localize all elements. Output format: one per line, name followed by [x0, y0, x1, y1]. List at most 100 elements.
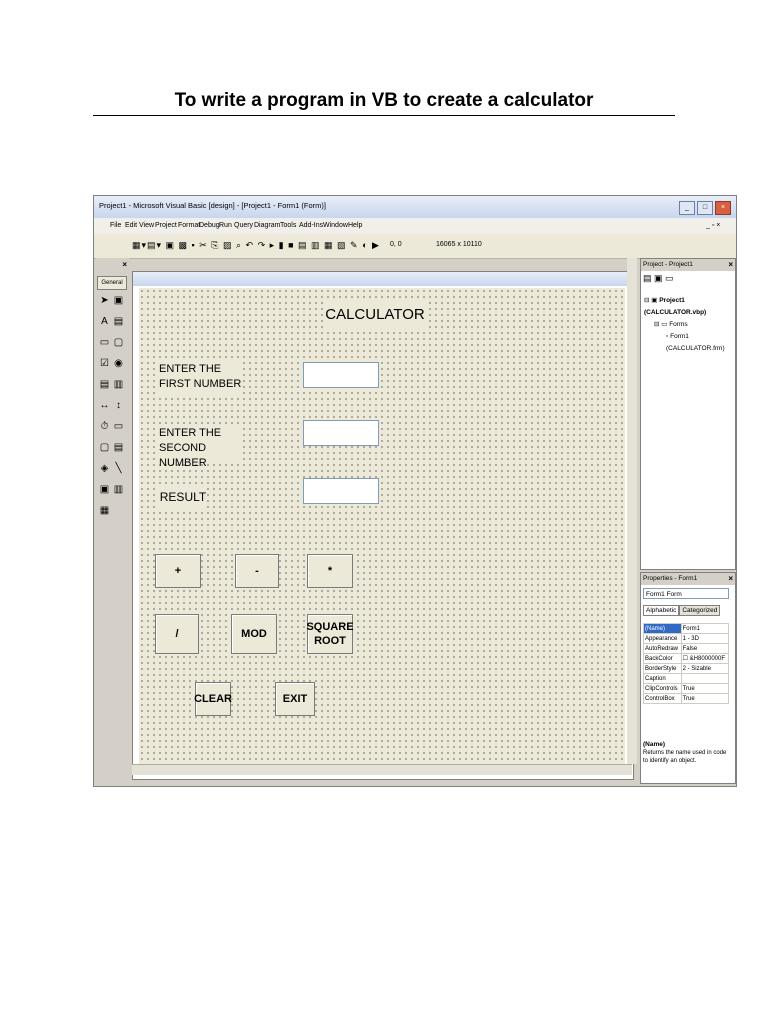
property-value-text: &H8000000F	[689, 656, 726, 662]
toolbox-panel: × General ➤ ▣ A ▤ ▭ ▢ ☑ ◉ ▤ ▥ ↔ ↕ ⏱ ▭ ▢ …	[96, 258, 129, 778]
subtract-button[interactable]: -	[235, 554, 279, 588]
document-title: To write a program in VB to create a cal…	[174, 90, 594, 111]
menu-bar: File Edit View Project Format Debug Run …	[94, 218, 736, 234]
optionbutton-icon[interactable]: ◉	[112, 357, 125, 370]
tab-categorized[interactable]: Categorized	[679, 605, 721, 616]
data-icon[interactable]: ▥	[112, 483, 125, 496]
properties-panel: Properties - Form1 × Form1 Form Alphabet…	[640, 572, 736, 784]
property-value[interactable]: True	[680, 693, 730, 704]
table-row[interactable]: (Name) Form1	[643, 623, 730, 634]
form1-design-surface[interactable]: CALCULATOR ENTER THE FIRST NUMBER ENTER …	[139, 288, 625, 764]
table-row[interactable]: ClipControls True	[643, 683, 730, 694]
property-value[interactable]: True	[680, 683, 730, 694]
table-row[interactable]: BorderStyle 2 - Sizable	[643, 663, 730, 674]
window-title: Project1 - Microsoft Visual Basic [desig…	[99, 201, 327, 210]
form-designer-window: CALCULATOR ENTER THE FIRST NUMBER ENTER …	[132, 271, 634, 780]
table-row[interactable]: ControlBox True	[643, 693, 730, 704]
property-value[interactable]	[680, 673, 730, 684]
frame-icon[interactable]: ▭	[98, 336, 111, 349]
image-icon[interactable]: ▣	[98, 483, 111, 496]
properties-grid: (Name) Form1 Appearance 1 - 3D AutoRedraw F…	[643, 623, 730, 704]
property-name: ControlBox	[643, 693, 682, 704]
project-explorer-title-text: Project - Project1	[643, 261, 693, 268]
property-description-title: (Name)	[643, 741, 666, 748]
property-value[interactable]: 2 - Sizable	[680, 663, 730, 674]
picturebox-icon[interactable]: ▣	[112, 294, 125, 307]
square-root-button[interactable]: SQUARE ROOT	[306, 614, 354, 654]
minimize-icon[interactable]: _	[679, 201, 695, 215]
property-value[interactable]: False	[680, 643, 730, 654]
shape-icon[interactable]: ◈	[98, 462, 111, 475]
property-name: AutoRedraw	[643, 643, 682, 654]
timer-icon[interactable]: ⏱	[98, 420, 111, 433]
object-selector[interactable]: Form1 Form	[643, 588, 729, 599]
result-textbox[interactable]	[303, 478, 379, 504]
commandbutton-icon[interactable]: ▢	[112, 336, 125, 349]
vscrollbar-icon[interactable]: ↕	[112, 399, 125, 412]
multiply-button[interactable]: *	[307, 554, 353, 588]
form1-node[interactable]: ▫ Form1 (CALCULATOR.frm)	[644, 331, 735, 355]
filelistbox-icon[interactable]: ▤	[112, 441, 125, 454]
designer-vertical-scrollbar[interactable]	[627, 258, 637, 764]
menu-window[interactable]: Window	[323, 222, 348, 229]
line-icon[interactable]: ╲	[112, 462, 125, 475]
checkbox-icon[interactable]: ☑	[98, 357, 111, 370]
exit-button[interactable]: EXIT	[275, 682, 315, 716]
project-explorer-close-icon[interactable]: ×	[728, 259, 733, 271]
title-underline	[93, 115, 675, 116]
property-value[interactable]: 1 - 3D	[680, 633, 730, 644]
table-row[interactable]: Appearance 1 - 3D	[643, 633, 730, 644]
clear-button[interactable]: CLEAR	[194, 682, 232, 716]
tab-alphabetic[interactable]: Alphabetic	[643, 605, 680, 616]
hscrollbar-icon[interactable]: ↔	[98, 399, 111, 412]
menu-edit[interactable]: Edit	[125, 222, 137, 229]
mod-button[interactable]: MOD	[231, 614, 277, 654]
project-tree: ⊟ ▣ Project1 (CALCULATOR.vbp) ⊟ ▭ Forms …	[644, 295, 735, 355]
second-number-textbox[interactable]	[303, 420, 379, 446]
close-icon[interactable]: ×	[715, 201, 731, 215]
toolbox-close-icon[interactable]: ×	[122, 260, 127, 269]
project-node[interactable]: ⊟ ▣ Project1 (CALCULATOR.vbp)	[644, 295, 735, 319]
menu-tools[interactable]: Tools	[280, 222, 296, 229]
label-icon[interactable]: A	[98, 315, 111, 328]
property-value[interactable]: ☐ &H8000000F	[680, 653, 730, 664]
divide-button[interactable]: /	[155, 614, 199, 654]
menu-query[interactable]: Query	[234, 222, 253, 229]
menu-help[interactable]: Help	[348, 222, 362, 229]
textbox-icon[interactable]: ▤	[112, 315, 125, 328]
table-row[interactable]: Caption	[643, 673, 730, 684]
table-row[interactable]: AutoRedraw False	[643, 643, 730, 654]
first-number-textbox[interactable]	[303, 362, 379, 388]
combobox-icon[interactable]: ▤	[98, 378, 111, 391]
designer-horizontal-scrollbar[interactable]	[132, 764, 632, 775]
drivelistbox-icon[interactable]: ▭	[112, 420, 125, 433]
pointer-icon[interactable]: ➤	[98, 294, 111, 307]
menu-format[interactable]: Format	[178, 222, 200, 229]
project-explorer-toolbar[interactable]: ▤ ▣ ▭	[643, 273, 674, 284]
menu-file[interactable]: File	[110, 222, 121, 229]
dirlistbox-icon[interactable]: ▢	[98, 441, 111, 454]
vb6-ide-screenshot: Project1 - Microsoft Visual Basic [desig…	[93, 195, 737, 787]
menu-debug[interactable]: Debug	[199, 222, 220, 229]
second-number-label: ENTER THE SECOND NUMBER	[159, 426, 243, 469]
toolbar-icons[interactable]: ▦▾▤▾ ▣ ▩ ▪ ✂ ⎘ ▨ ⌕ ↶ ↷ ▸ ▮ ■ ▤ ▥ ▦ ▧ ✎ ◐…	[132, 240, 380, 251]
menu-view[interactable]: View	[139, 222, 154, 229]
properties-title: Properties - Form1 ×	[641, 573, 735, 585]
forms-node[interactable]: ⊟ ▭ Forms	[644, 319, 735, 331]
add-button[interactable]: +	[155, 554, 201, 588]
toolbar-size-readout: 16065 x 10110	[436, 241, 482, 248]
toolbox-general-tab[interactable]: General	[97, 276, 127, 290]
menu-project[interactable]: Project	[155, 222, 177, 229]
table-row[interactable]: BackColor ☐ &H8000000F	[643, 653, 730, 664]
property-name: ClipControls	[643, 683, 682, 694]
properties-close-icon[interactable]: ×	[728, 573, 733, 585]
maximize-icon[interactable]: □	[697, 201, 713, 215]
menu-diagram[interactable]: Diagram	[254, 222, 280, 229]
mdi-window-controls[interactable]: _ ▫ ×	[706, 222, 720, 229]
listbox-icon[interactable]: ▥	[112, 378, 125, 391]
ole-icon[interactable]: ▦	[98, 504, 111, 517]
menu-add-ins[interactable]: Add-Ins	[299, 222, 323, 229]
menu-run[interactable]: Run	[219, 222, 232, 229]
result-label: RESULT	[159, 484, 207, 510]
property-value[interactable]: Form1	[680, 623, 730, 634]
